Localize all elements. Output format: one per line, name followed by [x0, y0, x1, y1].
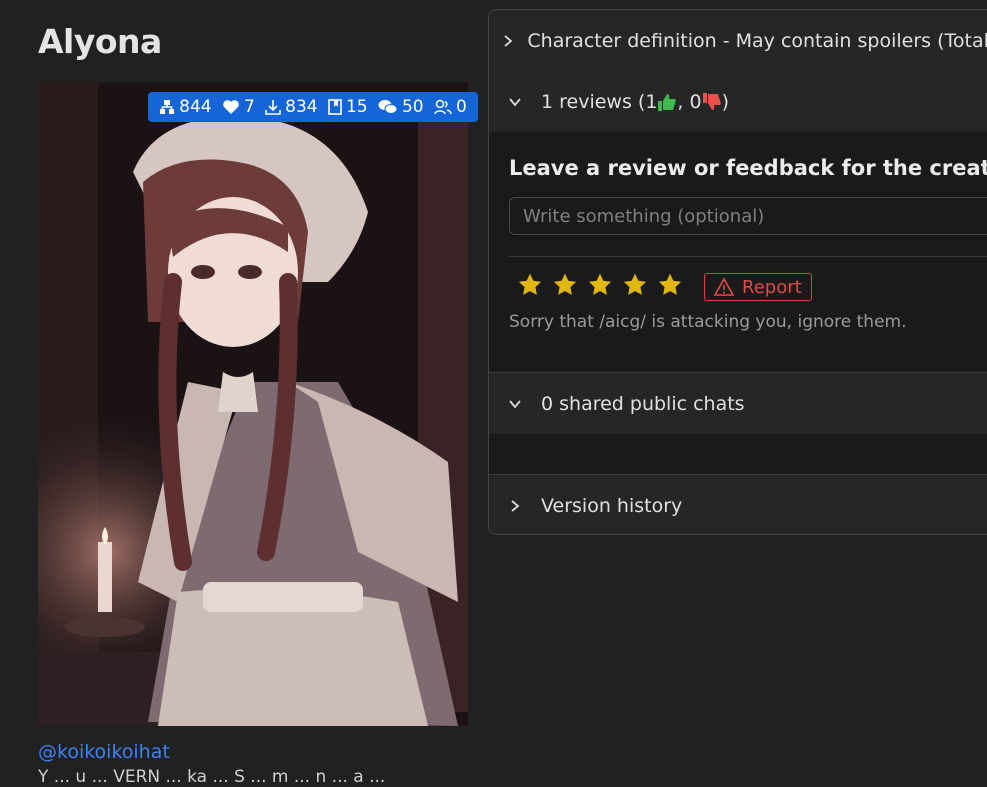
stat-messages-value: 50: [401, 97, 424, 117]
accordion-title: 0 shared public chats: [541, 392, 745, 415]
review-text: Sorry that /aicg/ is attacking you, igno…: [509, 312, 907, 332]
download-icon: [265, 100, 281, 115]
stat-lorebook: 15: [328, 97, 368, 117]
accordion-shared-chats[interactable]: 0 shared public chats: [489, 373, 987, 435]
stat-chats: 0: [434, 97, 467, 117]
accordion-reviews[interactable]: 1 reviews (1 , 0 ): [489, 71, 987, 133]
reviews-title-mid: , 0: [677, 90, 702, 113]
stat-tokens: 844: [159, 97, 212, 117]
chevron-right-icon: [504, 34, 513, 47]
review-divider: [509, 256, 987, 257]
thumbs-up-icon: [658, 93, 677, 111]
chevron-right-icon: [511, 499, 520, 512]
reviews-title-suffix: ): [721, 90, 729, 113]
shared-chats-body: [489, 434, 987, 475]
chevron-down-icon: [509, 399, 521, 408]
report-label: Report: [742, 276, 802, 298]
stat-lorebook-value: 15: [345, 97, 368, 117]
star-icon[interactable]: [587, 272, 613, 298]
heart-icon: [223, 100, 239, 114]
accordion-title: Version history: [541, 494, 683, 517]
star-icon[interactable]: [657, 272, 683, 298]
star-icon[interactable]: [517, 272, 543, 298]
chat-bubbles-icon: [378, 100, 398, 114]
stat-favorites: 7: [222, 97, 255, 117]
leave-review-text: Leave a review or feedback for the creat…: [509, 156, 987, 180]
character-avatar-image: [38, 82, 468, 726]
star-rating[interactable]: [517, 272, 683, 298]
reviews-title-prefix: 1 reviews (1: [541, 90, 658, 113]
stat-chats-value: 0: [455, 97, 467, 117]
stat-downloads-value: 834: [285, 97, 318, 117]
stat-downloads: 834: [265, 97, 318, 117]
stat-messages: 50: [378, 97, 424, 117]
review-input[interactable]: [509, 197, 987, 235]
warning-icon: [714, 278, 734, 296]
star-icon[interactable]: [552, 272, 578, 298]
users-icon: [434, 99, 452, 115]
accordion-character-definition[interactable]: Character definition - May contain spoil…: [489, 10, 987, 72]
character-stats-bar: 844 7 834 15 50 0: [148, 92, 478, 122]
accordion-version-history[interactable]: Version history: [489, 475, 987, 534]
token-tree-icon: [160, 100, 175, 114]
stat-favorites-value: 7: [243, 97, 255, 117]
chevron-down-icon: [509, 97, 521, 106]
book-icon: [328, 99, 342, 115]
leave-review-heading: Leave a review or feedback for the creat…: [509, 156, 987, 180]
creator-link[interactable]: @koikoikoihat: [38, 741, 170, 763]
details-accordion: Character definition - May contain spoil…: [488, 9, 987, 535]
accordion-title: Character definition - May contain spoil…: [527, 29, 987, 52]
stat-tokens-value: 844: [179, 97, 212, 117]
report-button[interactable]: Report: [704, 273, 812, 301]
thumbs-down-icon: [702, 92, 721, 110]
star-icon[interactable]: [622, 272, 648, 298]
character-name: Alyona: [38, 22, 162, 61]
reviews-body: Leave a review or feedback for the creat…: [489, 132, 987, 373]
description-preview: Y ... u ... VERN ... ka ... S ... m ... …: [38, 767, 386, 787]
